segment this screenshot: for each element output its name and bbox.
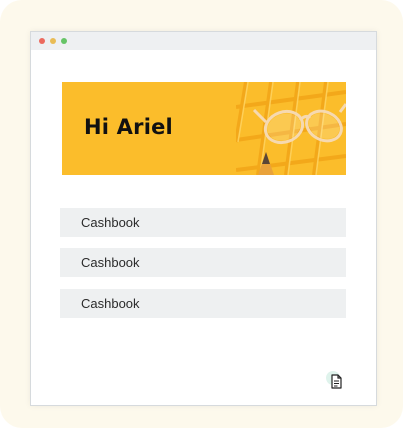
greeting-title: Hi Ariel bbox=[84, 115, 173, 139]
list-item-label: Cashbook bbox=[81, 215, 140, 230]
minimize-window-button[interactable] bbox=[50, 38, 56, 44]
glasses-illustration bbox=[236, 82, 346, 175]
close-window-button[interactable] bbox=[39, 38, 45, 44]
greeting-banner: Hi Ariel bbox=[62, 82, 346, 175]
list-item[interactable]: Cashbook bbox=[60, 208, 346, 237]
document-icon bbox=[326, 371, 342, 389]
list-item-label: Cashbook bbox=[81, 296, 140, 311]
app-window: Hi Ariel Cashbook Cashbook Cashbook bbox=[30, 31, 377, 406]
list-item-label: Cashbook bbox=[81, 255, 140, 270]
list-item[interactable]: Cashbook bbox=[60, 289, 346, 318]
list-item[interactable]: Cashbook bbox=[60, 248, 346, 277]
window-titlebar bbox=[31, 32, 376, 50]
new-document-button[interactable] bbox=[324, 370, 346, 392]
maximize-window-button[interactable] bbox=[61, 38, 67, 44]
